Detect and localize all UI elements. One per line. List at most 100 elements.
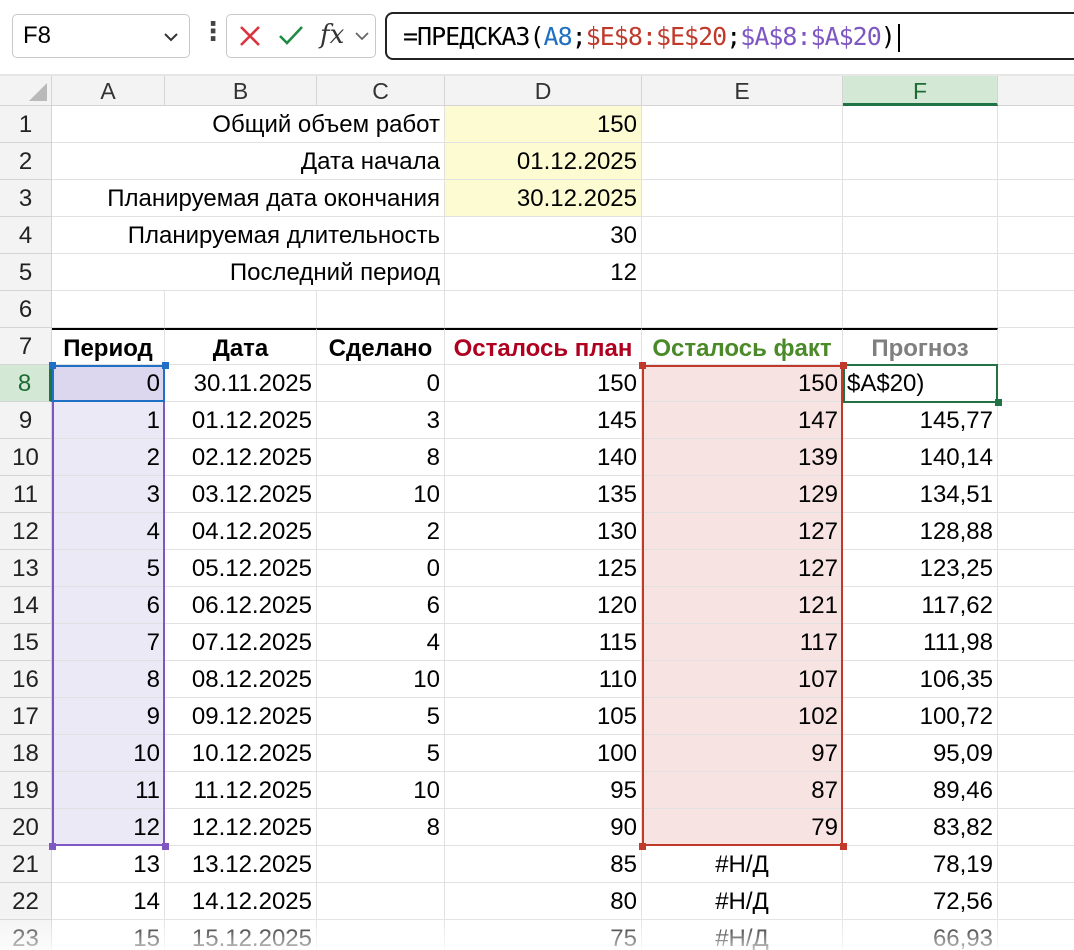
fact-remaining-cell[interactable]: 127: [642, 550, 843, 587]
fact-remaining-cell[interactable]: 139: [642, 439, 843, 476]
table-header-cell[interactable]: Прогноз: [843, 328, 998, 365]
column-header-d[interactable]: D: [445, 76, 642, 106]
fact-remaining-cell[interactable]: 102: [642, 698, 843, 735]
period-cell[interactable]: 2: [52, 439, 165, 476]
date-cell[interactable]: 04.12.2025: [165, 513, 317, 550]
row-header-5[interactable]: 5: [0, 254, 52, 291]
plan-remaining-cell[interactable]: 115: [445, 624, 642, 661]
row-header-17[interactable]: 17: [0, 698, 52, 735]
plan-remaining-cell[interactable]: 95: [445, 772, 642, 809]
date-cell[interactable]: 08.12.2025: [165, 661, 317, 698]
fact-remaining-cell[interactable]: 150: [642, 365, 843, 402]
row-header-6[interactable]: 6: [0, 291, 52, 328]
row-header-20[interactable]: 20: [0, 809, 52, 846]
row-header-13[interactable]: 13: [0, 550, 52, 587]
cell[interactable]: [52, 291, 165, 328]
fact-remaining-cell[interactable]: 79: [642, 809, 843, 846]
forecast-cell[interactable]: 95,09: [843, 735, 998, 772]
table-header-cell[interactable]: Период: [52, 328, 165, 365]
cell[interactable]: [642, 254, 843, 291]
done-cell[interactable]: [317, 846, 445, 883]
enter-check-icon[interactable]: [277, 23, 305, 54]
row-header-18[interactable]: 18: [0, 735, 52, 772]
date-cell[interactable]: 10.12.2025: [165, 735, 317, 772]
cell[interactable]: [998, 846, 1074, 883]
row-header-1[interactable]: 1: [0, 106, 52, 143]
insert-function-icon[interactable]: fx: [320, 20, 344, 50]
cell[interactable]: [998, 328, 1074, 365]
cell[interactable]: [317, 291, 445, 328]
cell[interactable]: [998, 180, 1074, 217]
done-cell[interactable]: [317, 920, 445, 950]
cell[interactable]: [998, 883, 1074, 920]
range-handle[interactable]: [639, 843, 646, 850]
plan-remaining-cell[interactable]: 100: [445, 735, 642, 772]
cell[interactable]: [998, 439, 1074, 476]
row-header-12[interactable]: 12: [0, 513, 52, 550]
table-header-cell[interactable]: Дата: [165, 328, 317, 365]
forecast-cell[interactable]: 66,93: [843, 920, 998, 950]
range-handle[interactable]: [639, 362, 646, 369]
cell[interactable]: [998, 809, 1074, 846]
forecast-cell[interactable]: $A$20): [843, 365, 998, 402]
cell[interactable]: [998, 143, 1074, 180]
range-handle[interactable]: [49, 362, 56, 369]
fact-remaining-cell[interactable]: #Н/Д: [642, 920, 843, 950]
cancel-icon[interactable]: [237, 23, 263, 54]
cell[interactable]: [165, 291, 317, 328]
table-header-cell[interactable]: Сделано: [317, 328, 445, 365]
date-cell[interactable]: 15.12.2025: [165, 920, 317, 950]
cell[interactable]: [998, 735, 1074, 772]
more-options-icon[interactable]: ⋮: [200, 18, 226, 44]
period-cell[interactable]: 4: [52, 513, 165, 550]
fact-remaining-cell[interactable]: 147: [642, 402, 843, 439]
cell[interactable]: [998, 661, 1074, 698]
row-header-10[interactable]: 10: [0, 439, 52, 476]
fact-remaining-cell[interactable]: #Н/Д: [642, 883, 843, 920]
chevron-down-icon[interactable]: [353, 27, 371, 50]
plan-remaining-cell[interactable]: 80: [445, 883, 642, 920]
plan-remaining-cell[interactable]: 85: [445, 846, 642, 883]
date-cell[interactable]: 05.12.2025: [165, 550, 317, 587]
table-header-cell[interactable]: Осталось план: [445, 328, 642, 365]
period-cell[interactable]: 3: [52, 476, 165, 513]
summary-value[interactable]: 30: [445, 217, 642, 254]
period-cell[interactable]: 5: [52, 550, 165, 587]
done-cell[interactable]: 10: [317, 476, 445, 513]
summary-value[interactable]: 12: [445, 254, 642, 291]
cell[interactable]: [998, 772, 1074, 809]
range-handle[interactable]: [995, 399, 1002, 406]
forecast-cell[interactable]: 111,98: [843, 624, 998, 661]
cell[interactable]: [998, 624, 1074, 661]
forecast-cell[interactable]: 72,56: [843, 883, 998, 920]
row-header-2[interactable]: 2: [0, 143, 52, 180]
forecast-cell[interactable]: 145,77: [843, 402, 998, 439]
cell[interactable]: [642, 291, 843, 328]
fact-remaining-cell[interactable]: 127: [642, 513, 843, 550]
done-cell[interactable]: 5: [317, 735, 445, 772]
cell[interactable]: [998, 476, 1074, 513]
row-header-19[interactable]: 19: [0, 772, 52, 809]
row-header-15[interactable]: 15: [0, 624, 52, 661]
name-box[interactable]: F8: [12, 14, 190, 58]
plan-remaining-cell[interactable]: 135: [445, 476, 642, 513]
fact-remaining-cell[interactable]: 87: [642, 772, 843, 809]
plan-remaining-cell[interactable]: 130: [445, 513, 642, 550]
forecast-cell[interactable]: 100,72: [843, 698, 998, 735]
cell[interactable]: [998, 402, 1074, 439]
date-cell[interactable]: 07.12.2025: [165, 624, 317, 661]
fact-remaining-cell[interactable]: 117: [642, 624, 843, 661]
cell[interactable]: [998, 698, 1074, 735]
forecast-cell[interactable]: 134,51: [843, 476, 998, 513]
done-cell[interactable]: 10: [317, 772, 445, 809]
row-header-23[interactable]: 23: [0, 920, 52, 950]
range-handle[interactable]: [840, 362, 847, 369]
fact-remaining-cell[interactable]: 121: [642, 587, 843, 624]
summary-value[interactable]: 30.12.2025: [445, 180, 642, 217]
cell[interactable]: [843, 217, 998, 254]
summary-value[interactable]: 150: [445, 106, 642, 143]
done-cell[interactable]: 2: [317, 513, 445, 550]
plan-remaining-cell[interactable]: 120: [445, 587, 642, 624]
plan-remaining-cell[interactable]: 105: [445, 698, 642, 735]
row-header-16[interactable]: 16: [0, 661, 52, 698]
